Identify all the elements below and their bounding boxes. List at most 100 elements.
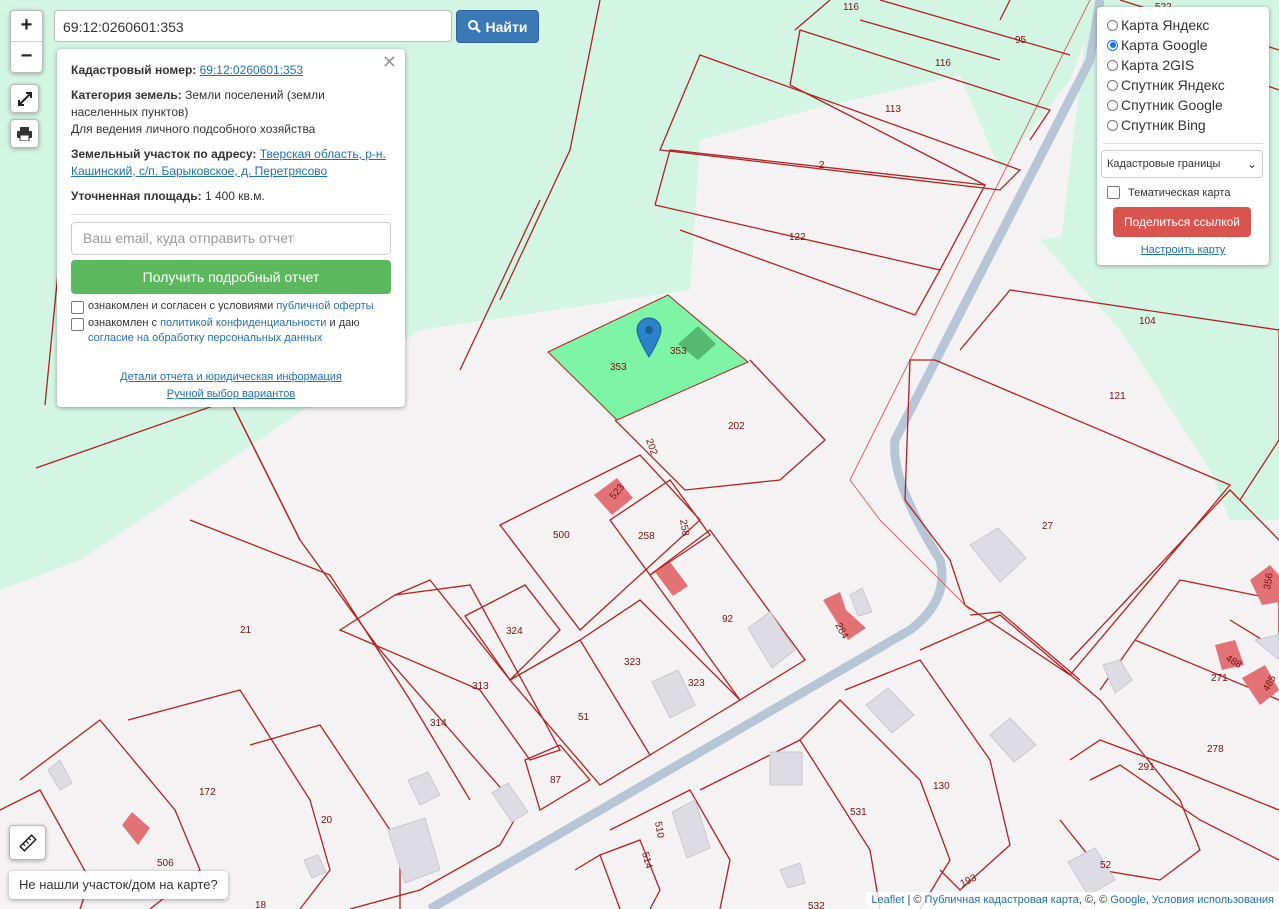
zoom-in-button[interactable]: + xyxy=(11,11,42,41)
parcel-label: 353 xyxy=(670,346,687,357)
privacy-text: ознакомлен с xyxy=(88,317,158,329)
offer-agreement-row: ознакомлен и согласен с условиями публич… xyxy=(71,299,391,314)
address-label: Земельный участок по адресу: xyxy=(71,147,257,161)
privacy-checkbox[interactable] xyxy=(71,318,84,331)
parcel-label: 514 xyxy=(639,851,654,870)
leaflet-link[interactable]: Leaflet xyxy=(871,894,904,906)
parcel-label: 323 xyxy=(688,678,705,689)
privacy-link[interactable]: политикой конфиденциальности xyxy=(160,317,326,329)
radio-icon[interactable] xyxy=(1107,59,1118,71)
layer-option-label: Спутник Яндекс xyxy=(1121,77,1225,93)
parcel-label: 353 xyxy=(610,362,627,373)
parcel-label: 500 xyxy=(553,530,570,541)
layer-option-label: Карта Яндекс xyxy=(1121,17,1210,33)
layer-option[interactable]: Карта Google xyxy=(1107,35,1269,55)
thematic-checkbox[interactable] xyxy=(1107,186,1120,199)
attribution-text: , ©, © xyxy=(1078,894,1111,906)
pkk-link[interactable]: Публичная кадастровая карта xyxy=(925,894,1079,906)
layer-option[interactable]: Спутник Bing xyxy=(1107,115,1269,135)
radio-icon[interactable] xyxy=(1107,119,1118,131)
layer-option[interactable]: Спутник Яндекс xyxy=(1107,75,1269,95)
zoom-control: + − xyxy=(10,10,43,73)
search-button[interactable]: Найти xyxy=(456,10,539,43)
parcel-label: 27 xyxy=(1042,521,1054,532)
print-icon xyxy=(17,126,32,141)
configure-map-link[interactable]: Настроить карту xyxy=(1107,244,1269,256)
cadastral-number-link[interactable]: 69:12:0260601:353 xyxy=(200,63,303,77)
layer-option[interactable]: Карта 2GIS xyxy=(1107,55,1269,75)
parcel-label: 323 xyxy=(624,657,641,668)
layers-panel: Карта Яндекс Карта Google Карта 2GIS Спу… xyxy=(1097,7,1269,265)
layer-option[interactable]: Карта Яндекс xyxy=(1107,15,1269,35)
parcel-label: 532 xyxy=(808,901,825,909)
parcel-label: 506 xyxy=(157,858,174,869)
parcel-label: 172 xyxy=(199,787,216,798)
offer-text: ознакомлен и согласен с условиями xyxy=(88,300,274,312)
manual-select-link[interactable]: Ручной выбор вариантов xyxy=(167,388,295,400)
radio-icon[interactable] xyxy=(1107,79,1118,91)
parcel-label: 52 xyxy=(1100,860,1112,871)
terms-link[interactable]: Условия использования xyxy=(1152,894,1274,906)
search-input[interactable]: 69:12:0260601:353 xyxy=(54,10,452,42)
parcel-label: 258 xyxy=(677,519,691,538)
thematic-row: Тематическая карта xyxy=(1107,186,1269,199)
close-icon[interactable]: ✕ xyxy=(382,53,397,71)
details-row: Детали отчета и юридическая информация xyxy=(71,369,391,386)
parcel-label: 20 xyxy=(321,815,333,826)
measure-button[interactable] xyxy=(9,825,46,860)
offer-link[interactable]: публичной оферты xyxy=(276,300,373,312)
parcel-label: 92 xyxy=(722,614,734,625)
expand-icon xyxy=(17,91,32,106)
get-report-button[interactable]: Получить подробный отчет xyxy=(71,260,391,294)
not-found-button[interactable]: Не нашли участок/дом на карте? xyxy=(9,871,228,899)
layer-option-label: Карта Google xyxy=(1121,37,1208,53)
email-field[interactable]: Ваш email, куда отправить отчет xyxy=(71,222,391,255)
land-category-label: Категория земель: xyxy=(71,88,182,102)
parcel-label: 122 xyxy=(789,232,806,243)
privacy-agreement-row: ознакомлен с политикой конфиденциальност… xyxy=(71,316,391,346)
radio-icon[interactable] xyxy=(1107,99,1118,111)
map-attribution: Leaflet | © Публичная кадастровая карта,… xyxy=(866,892,1279,909)
offer-checkbox[interactable] xyxy=(71,301,84,314)
parcel-label: 87 xyxy=(550,775,562,786)
boundaries-select[interactable]: Кадастровые границы ⌄ xyxy=(1101,150,1263,178)
search-icon xyxy=(467,20,481,33)
address-link-2[interactable]: Кашинский, с/п. Барыковское, д. Перетряс… xyxy=(71,164,327,178)
chevron-down-icon: ⌄ xyxy=(1246,157,1257,171)
details-link[interactable]: Детали отчета и юридическая информация xyxy=(120,371,342,383)
parcel-label: 51 xyxy=(578,712,590,723)
divider xyxy=(1103,143,1263,144)
parcel-label: 314 xyxy=(430,718,447,729)
google-link[interactable]: Google xyxy=(1110,894,1145,906)
parcel-label: 116 xyxy=(935,58,951,69)
radio-icon[interactable] xyxy=(1107,19,1118,31)
layer-option[interactable]: Спутник Google xyxy=(1107,95,1269,115)
parcel-label: 258 xyxy=(638,531,655,542)
privacy-text-2: и даю xyxy=(329,317,360,329)
parcel-label: 121 xyxy=(1109,391,1126,402)
parcel-label: 130 xyxy=(933,781,950,792)
selected-parcel[interactable] xyxy=(547,294,749,421)
parcel-label: 313 xyxy=(472,681,489,692)
parcel-label: 2 xyxy=(819,160,825,171)
share-link-button[interactable]: Поделиться ссылкой xyxy=(1113,207,1251,237)
print-button[interactable] xyxy=(10,119,39,148)
attribution-text: | © xyxy=(904,894,925,906)
address-link[interactable]: Тверская область, р-н. xyxy=(260,147,386,161)
parcel-label: 18 xyxy=(255,900,267,909)
layer-option-label: Спутник Bing xyxy=(1121,117,1206,133)
thematic-label: Тематическая карта xyxy=(1128,186,1231,199)
parcel-label: 104 xyxy=(1139,316,1156,327)
search-button-label: Найти xyxy=(485,18,528,35)
land-usage: Для ведения личного подсобного хозяйства xyxy=(71,122,316,136)
parcel-label: 278 xyxy=(1207,744,1224,755)
parcel-label: 531 xyxy=(850,807,867,818)
zoom-out-button[interactable]: − xyxy=(11,41,42,72)
ruler-icon xyxy=(18,833,37,852)
consent-link[interactable]: согласие на обработку персональных данны… xyxy=(88,332,322,344)
land-category-value-2: населенных пунктов) xyxy=(71,105,189,119)
parcel-label: 291 xyxy=(1138,762,1155,773)
radio-selected-icon[interactable] xyxy=(1107,39,1118,51)
area-value: 1 400 кв.м. xyxy=(204,189,265,203)
fullscreen-button[interactable] xyxy=(10,84,39,113)
